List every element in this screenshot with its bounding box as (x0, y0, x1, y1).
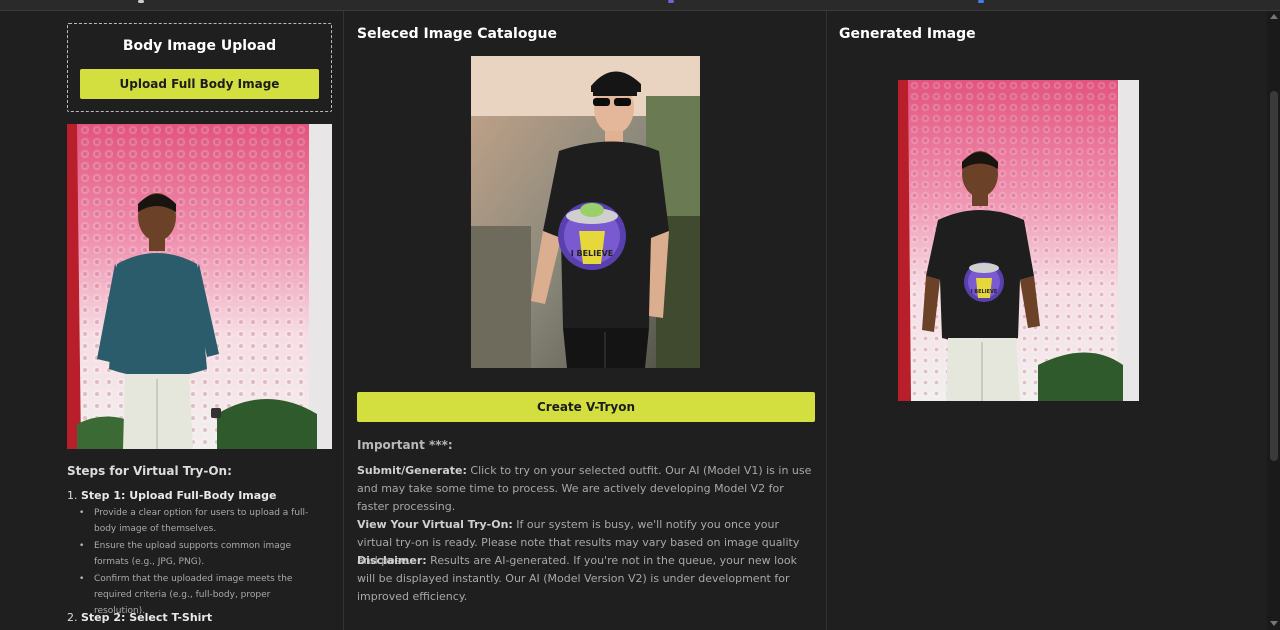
selected-catalogue-image[interactable]: I BELIEVE (471, 56, 700, 368)
upload-panel: Body Image Upload Upload Full Body Image (67, 23, 332, 112)
uploaded-body-image (67, 124, 332, 449)
step-number: 2. (67, 611, 78, 624)
catalogue-photo: I BELIEVE (471, 56, 700, 368)
list-item: Ensure the upload supports common image … (79, 538, 319, 570)
note-lead: Submit/Generate: (357, 464, 467, 477)
note-lead: Disclaimer: (357, 554, 427, 567)
step-number: 1. (67, 489, 78, 502)
tab-favicon-icon (138, 0, 144, 3)
scrollbar-thumb[interactable] (1270, 91, 1278, 461)
disclaimer-note: Disclaimer: Results are AI-generated. If… (357, 552, 817, 606)
list-item: Provide a clear option for users to uplo… (79, 505, 319, 537)
tshirt-print-text: I BELIEVE (571, 249, 614, 258)
middle-column: Seleced Image Catalogue I BELIEVE Create… (343, 11, 827, 630)
step-label: Step 1: Upload Full-Body Image (81, 489, 277, 502)
page-scrollbar[interactable] (1267, 11, 1280, 630)
important-label: Important ***: (357, 438, 453, 452)
tshirt-print-text: I BELIEVE (971, 289, 998, 295)
generated-title: Generated Image (839, 26, 976, 42)
scroll-down-icon[interactable] (1270, 621, 1278, 626)
note-lead: View Your Virtual Try-On: (357, 518, 513, 531)
upload-title: Body Image Upload (122, 38, 277, 54)
browser-top-strip (0, 0, 1280, 11)
uploaded-body-photo (67, 124, 332, 449)
step-2-heading: 2. Step 2: Select T-Shirt (67, 611, 212, 624)
left-column: Body Image Upload Upload Full Body Image (0, 11, 343, 630)
generated-image: I BELIEVE (898, 80, 1139, 401)
steps-title: Steps for Virtual Try-On: (67, 464, 232, 478)
right-column: Generated Image I BELIEVE (827, 11, 1267, 630)
scroll-up-icon[interactable] (1270, 14, 1278, 19)
tab-indicator-icon (668, 0, 674, 3)
upload-full-body-button[interactable]: Upload Full Body Image (80, 69, 319, 99)
catalogue-title: Seleced Image Catalogue (357, 26, 557, 42)
step-label: Step 2: Select T-Shirt (81, 611, 213, 624)
generated-photo: I BELIEVE (898, 80, 1139, 401)
step-1-heading: 1. Step 1: Upload Full-Body Image (67, 489, 277, 502)
step-1-bullets: Provide a clear option for users to uplo… (79, 505, 319, 620)
create-vtryon-button[interactable]: Create V-Tryon (357, 392, 815, 422)
submit-generate-note: Submit/Generate: Click to try on your se… (357, 462, 817, 516)
tab-indicator-icon (978, 0, 984, 3)
